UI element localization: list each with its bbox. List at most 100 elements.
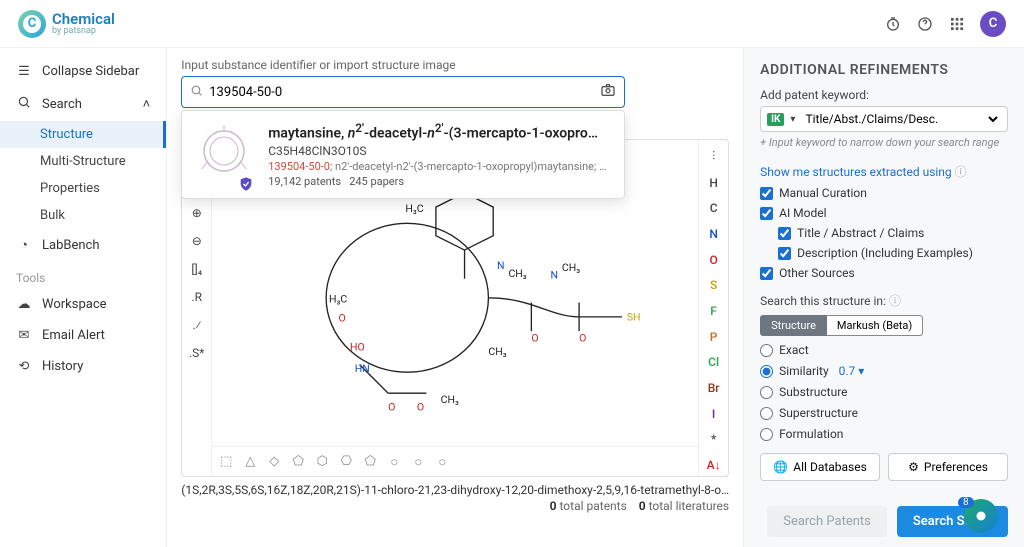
help-icon[interactable] xyxy=(916,15,934,33)
chk-description[interactable]: Description (Including Examples) xyxy=(778,246,1008,260)
atom-p[interactable]: P xyxy=(703,326,725,348)
atom-more[interactable]: A↓ xyxy=(703,454,725,476)
chk-ai-model[interactable]: AI Model xyxy=(760,206,1008,220)
sidebar: ☰ Collapse Sidebar Search ˄ Structure Mu… xyxy=(0,48,167,547)
seg-markush[interactable]: Markush (Beta) xyxy=(827,315,923,336)
select-tool[interactable]: []₄ xyxy=(186,258,208,280)
suggest-formula: C35H48ClN3O10S xyxy=(268,144,612,158)
search-patents-button[interactable]: Search Patents xyxy=(767,506,887,537)
sidebar-sub-bulk[interactable]: Bulk xyxy=(0,202,166,229)
benzene-template-icon[interactable]: ⎔ xyxy=(338,454,354,470)
sidebar-sub-multistructure[interactable]: Multi-Structure xyxy=(0,148,166,175)
chevron-down-icon[interactable]: ▾ xyxy=(790,114,795,125)
search-input[interactable] xyxy=(209,85,594,100)
zoom-out-button[interactable]: ⊖ xyxy=(186,230,208,252)
similarity-threshold[interactable]: 0.7 ▾ xyxy=(839,364,865,378)
triangle-template-icon[interactable]: △ xyxy=(242,454,258,470)
sidebar-sub-structure[interactable]: Structure xyxy=(0,121,166,148)
search-icon xyxy=(16,95,32,113)
sidebar-search-label: Search xyxy=(42,97,82,112)
svg-text:O: O xyxy=(417,400,424,413)
radio-exact[interactable]: Exact xyxy=(760,343,1008,357)
labbench-label: LabBench xyxy=(42,238,100,253)
keyword-scope-select[interactable]: Title/Abst./Claims/Desc. xyxy=(801,111,1001,127)
svg-text:H₃C: H₃C xyxy=(329,293,347,306)
magnifier-icon xyxy=(190,84,203,101)
atom-br[interactable]: Br xyxy=(703,377,725,399)
atom-cl[interactable]: Cl xyxy=(703,352,725,374)
collapse-label: Collapse Sidebar xyxy=(42,64,139,79)
total-lits-n: 0 xyxy=(639,499,646,513)
search-box[interactable] xyxy=(181,76,625,108)
radio-similarity[interactable]: Similarity0.7 ▾ xyxy=(760,364,1008,378)
chk-manual-curation[interactable]: Manual Curation xyxy=(760,186,1008,200)
refinements-title: ADDITIONAL REFINEMENTS xyxy=(760,62,1008,78)
total-lits-label: total literatures xyxy=(649,499,730,513)
atom-f[interactable]: F xyxy=(703,300,725,322)
clock-icon[interactable] xyxy=(884,15,902,33)
sidebar-item-workspace[interactable]: ☁ Workspace xyxy=(0,289,166,320)
ring1-template-icon[interactable]: ○ xyxy=(386,454,402,470)
atom-s[interactable]: S xyxy=(703,274,725,296)
suggest-cas: 139504-50-0 xyxy=(268,160,330,173)
atom-any[interactable]: * xyxy=(703,429,725,451)
all-databases-button[interactable]: 🌐All Databases xyxy=(760,453,880,481)
mail-icon: ✉ xyxy=(16,328,32,343)
chk-title-abstract-claims[interactable]: Title / Abstract / Claims xyxy=(778,226,1008,240)
atom-c[interactable]: C xyxy=(703,197,725,219)
sidebar-sub-properties[interactable]: Properties xyxy=(0,175,166,202)
atom-n[interactable]: N xyxy=(703,223,725,245)
periodic-table-button[interactable]: ⫶ xyxy=(703,146,725,168)
zoom-in-button[interactable]: ⊕ xyxy=(186,202,208,224)
chk-other-sources[interactable]: Other Sources xyxy=(760,266,1008,280)
stereo-tool[interactable]: .S* xyxy=(186,342,208,364)
atom-i[interactable]: I xyxy=(703,403,725,425)
suggest-paper-count: 245 papers xyxy=(349,175,404,188)
diamond-template-icon[interactable]: ◇ xyxy=(266,454,282,470)
cloud-icon: ☁ xyxy=(16,297,32,312)
radio-superstructure[interactable]: Superstructure xyxy=(760,406,1008,420)
radio-formulation[interactable]: Formulation xyxy=(760,427,1008,441)
radio-substructure[interactable]: Substructure xyxy=(760,385,1008,399)
sidebar-item-history[interactable]: ⟲ History xyxy=(0,351,166,382)
keyword-row[interactable]: IK ▾ Title/Abst./Claims/Desc. xyxy=(760,106,1008,132)
chat-badge-count: 8 xyxy=(958,497,974,508)
workspace-label: Workspace xyxy=(42,297,107,312)
svg-text:SH: SH xyxy=(627,311,641,324)
ring3-template-icon[interactable]: ○ xyxy=(434,454,450,470)
suggest-meta: 139504-50-0; n2'-deacetyl-n2'-(3-mercapt… xyxy=(268,160,612,173)
info-icon[interactable]: ⓘ xyxy=(955,165,967,179)
atom-o[interactable]: O xyxy=(703,249,725,271)
camera-icon[interactable] xyxy=(600,82,616,102)
apps-grid-icon[interactable] xyxy=(948,15,966,33)
svg-text:N: N xyxy=(497,259,505,272)
chevron-up-icon: ˄ xyxy=(143,96,151,112)
preferences-button[interactable]: ⚙Preferences xyxy=(888,453,1008,481)
sidebar-tools-heading: Tools xyxy=(0,261,166,289)
result-totals: 0 total patents 0 total literatures xyxy=(181,499,729,513)
sidebar-item-email-alert[interactable]: ✉ Email Alert xyxy=(0,320,166,351)
sidebar-item-labbench[interactable]: ◔ LabBench xyxy=(0,229,166,261)
ring2-template-icon[interactable]: ○ xyxy=(410,454,426,470)
autosuggest-item[interactable]: maytansine, n2'-deacetyl-n2'-(3-mercapto… xyxy=(181,110,625,199)
collapse-sidebar-button[interactable]: ☰ Collapse Sidebar xyxy=(0,56,166,87)
editor-bottom-toolbar: ⬚ △ ◇ ⬠ ⬡ ⎔ ⬠ ○ ○ ○ xyxy=(212,446,698,476)
pentagon2-template-icon[interactable]: ⬠ xyxy=(362,454,378,470)
pentagon-template-icon[interactable]: ⬠ xyxy=(290,454,306,470)
info-icon[interactable]: ⓘ xyxy=(889,294,901,308)
email-alert-label: Email Alert xyxy=(42,328,105,343)
keyword-type-badge[interactable]: IK xyxy=(767,113,784,126)
template-save-icon[interactable]: ⬚ xyxy=(218,454,234,470)
hexagon-template-icon[interactable]: ⬡ xyxy=(314,454,330,470)
chat-widget-icon[interactable]: 8 xyxy=(964,499,998,533)
logo-text: Chemical xyxy=(52,12,115,27)
atom-h[interactable]: H xyxy=(703,172,725,194)
seg-structure[interactable]: Structure xyxy=(760,315,827,336)
extracted-using-heading: Show me structures extracted using ⓘ xyxy=(760,163,1008,180)
rgroup-tool[interactable]: .R xyxy=(186,286,208,308)
keyword-hint[interactable]: + Input keyword to narrow down your sear… xyxy=(760,136,1008,149)
sidebar-item-search[interactable]: Search ˄ xyxy=(0,87,166,121)
bond-tool[interactable]: .⁄ xyxy=(186,314,208,336)
avatar[interactable]: C xyxy=(980,11,1006,37)
app-logo[interactable]: Chemical by patsnap xyxy=(18,10,115,38)
